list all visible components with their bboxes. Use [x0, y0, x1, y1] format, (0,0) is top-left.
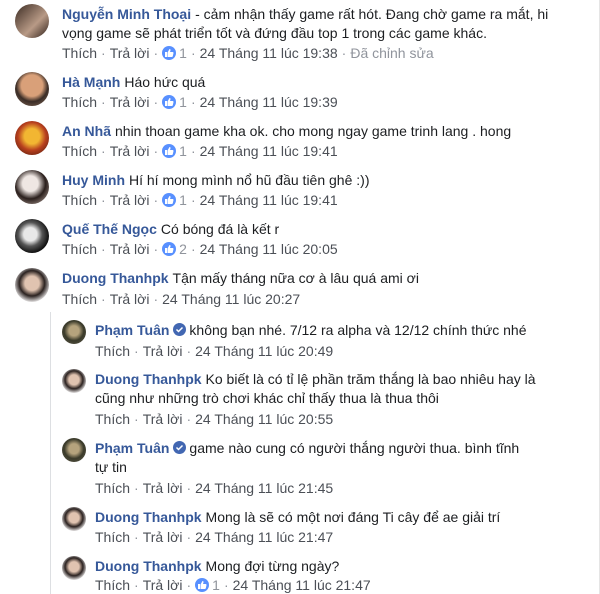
reply-text: cũng như những trò chơi khác chỉ thấy th… [95, 390, 439, 406]
reply-thread-line [50, 312, 51, 594]
timestamp[interactable]: 24 Tháng 11 lúc 19:38 [200, 45, 338, 61]
like-link[interactable]: Thích [62, 45, 97, 61]
like-count: 1 [179, 143, 187, 159]
author-name[interactable]: Duong Thanhpk [62, 270, 169, 286]
avatar[interactable] [62, 556, 86, 580]
like-link[interactable]: Thích [62, 192, 97, 208]
verified-badge-icon [173, 441, 187, 454]
edited-label: Đã chỉnh sửa [350, 45, 434, 61]
like-link[interactable]: Thích [62, 94, 97, 110]
like-link[interactable]: Thích [95, 529, 130, 545]
reply-link[interactable]: Trả lời [143, 343, 183, 359]
timestamp[interactable]: 24 Tháng 11 lúc 20:49 [195, 343, 333, 359]
author-name[interactable]: Hà Mạnh [62, 74, 120, 90]
timestamp[interactable]: 24 Tháng 11 lúc 19:39 [200, 94, 338, 110]
comment-text: vọng game sẽ phát triển tốt và đứng đầu … [62, 25, 487, 41]
timestamp[interactable]: 24 Tháng 11 lúc 19:41 [200, 143, 338, 159]
avatar[interactable] [62, 320, 86, 344]
reply-text: không bạn nhé. 7/12 ra alpha và 12/12 ch… [189, 322, 527, 338]
timestamp[interactable]: 24 Tháng 11 lúc 20:55 [195, 411, 333, 427]
avatar[interactable] [15, 268, 49, 302]
comment-text: Có bóng đá là kết r [160, 221, 280, 237]
author-name[interactable]: Phạm Tuân [95, 440, 169, 456]
comment-text: Hí hí mong mình nổ hũ đầu tiên ghê :)) [129, 172, 370, 188]
like-count: 1 [179, 192, 187, 208]
timestamp[interactable]: 24 Tháng 11 lúc 21:45 [195, 480, 333, 496]
reply-link[interactable]: Trả lời [143, 577, 183, 593]
like-link[interactable]: Thích [95, 577, 130, 593]
avatar[interactable] [15, 72, 49, 106]
author-name[interactable]: Quế Thế Ngọc [62, 221, 157, 237]
reply-link[interactable]: Trả lời [143, 411, 183, 427]
like-count: 1 [212, 577, 220, 593]
like-icon[interactable] [162, 144, 177, 158]
reply-link[interactable]: Trả lời [110, 241, 150, 257]
like-link[interactable]: Thích [95, 343, 130, 359]
author-name[interactable]: Duong Thanhpk [95, 509, 202, 525]
like-link[interactable]: Thích [62, 291, 97, 307]
timestamp[interactable]: 24 Tháng 11 lúc 20:05 [200, 241, 338, 257]
reply-text: Mong đợi từng ngày? [205, 558, 340, 574]
like-icon[interactable] [162, 95, 177, 109]
like-icon[interactable] [162, 242, 177, 256]
like-count: 1 [179, 45, 187, 61]
timestamp[interactable]: 24 Tháng 11 lúc 21:47 [195, 529, 333, 545]
comment-text: Háo hức quá [124, 74, 206, 90]
like-link[interactable]: Thích [62, 143, 97, 159]
avatar[interactable] [15, 121, 49, 155]
reply-link[interactable]: Trả lời [143, 529, 183, 545]
comment-text: nhin thoan game kha ok. cho mong ngay ga… [115, 123, 512, 139]
author-name[interactable]: Huy Minh [62, 172, 125, 188]
avatar[interactable] [62, 369, 86, 393]
like-link[interactable]: Thích [62, 241, 97, 257]
reply-link[interactable]: Trả lời [110, 291, 150, 307]
reply-text: tự tin [95, 459, 127, 475]
comment-text: Tận mấy tháng nữa cơ à lâu quá ami ơi [172, 270, 419, 286]
reply-text: game nào cung có người thắng người thua.… [189, 440, 520, 456]
avatar[interactable] [15, 170, 49, 204]
comment-text: - cảm nhận thấy game rất hót. Đang chờ g… [195, 6, 549, 22]
reply-link[interactable]: Trả lời [143, 480, 183, 496]
avatar[interactable] [62, 438, 86, 462]
author-name[interactable]: Duong Thanhpk [95, 371, 202, 387]
like-link[interactable]: Thích [95, 411, 130, 427]
reply-text: Mong là sẽ có một nơi đáng Ti cây để ae … [205, 509, 501, 525]
like-count: 2 [179, 241, 187, 257]
avatar[interactable] [15, 4, 49, 38]
reply-text: Ko biết là có tỉ lệ phần trăm thắng là b… [205, 371, 536, 387]
timestamp[interactable]: 24 Tháng 11 lúc 19:41 [200, 192, 338, 208]
reply-link[interactable]: Trả lời [110, 94, 150, 110]
author-name[interactable]: An Nhã [62, 123, 111, 139]
like-link[interactable]: Thích [95, 480, 130, 496]
verified-badge-icon [173, 323, 187, 336]
like-icon[interactable] [162, 46, 177, 60]
author-name[interactable]: Nguyễn Minh Thoại [62, 6, 191, 22]
timestamp[interactable]: 24 Tháng 11 lúc 21:47 [233, 577, 371, 593]
avatar[interactable] [62, 507, 86, 531]
author-name[interactable]: Phạm Tuân [95, 322, 169, 338]
reply-link[interactable]: Trả lời [110, 192, 150, 208]
author-name[interactable]: Duong Thanhpk [95, 558, 202, 574]
avatar[interactable] [15, 219, 49, 253]
like-count: 1 [179, 94, 187, 110]
like-icon[interactable] [162, 193, 177, 207]
reply-link[interactable]: Trả lời [110, 143, 150, 159]
reply-link[interactable]: Trả lời [110, 45, 150, 61]
timestamp[interactable]: 24 Tháng 11 lúc 20:27 [162, 291, 300, 307]
like-icon[interactable] [195, 578, 210, 592]
